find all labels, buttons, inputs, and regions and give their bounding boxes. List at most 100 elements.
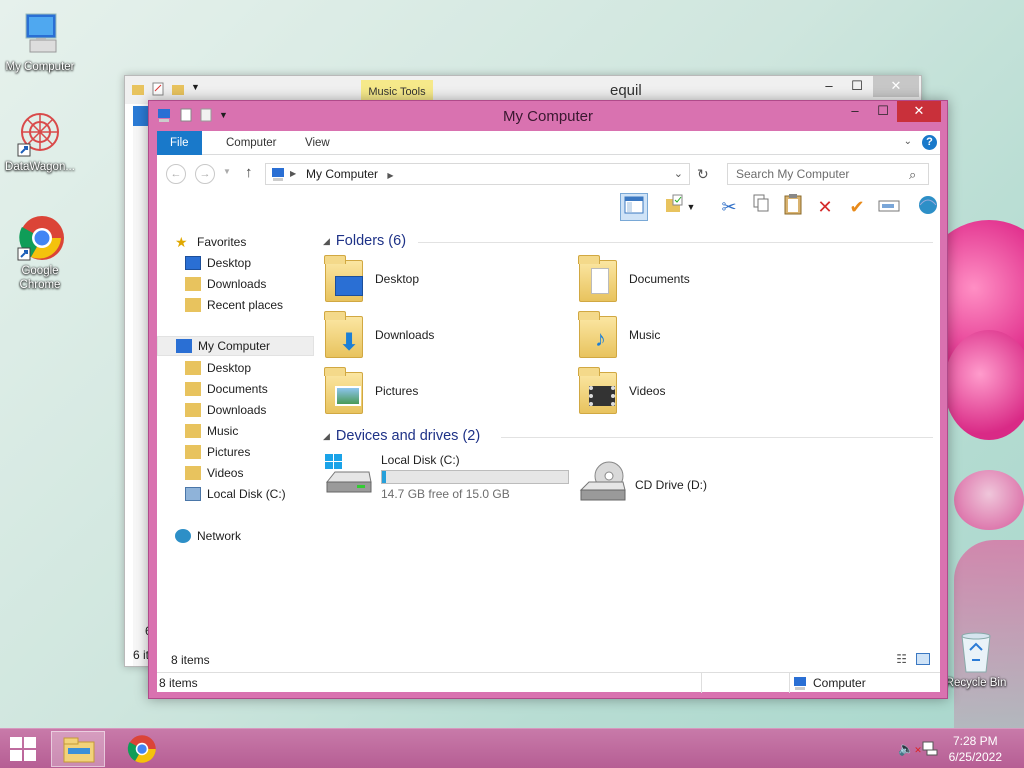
search-icon[interactable]: ⌕ bbox=[909, 167, 916, 183]
pictures-folder-icon bbox=[323, 366, 367, 416]
drive-tile-local-disk[interactable]: Local Disk (C:) 14.7 GB free of 15.0 GB bbox=[323, 451, 583, 503]
volume-muted-icon[interactable]: 🔈✕ bbox=[898, 741, 922, 757]
recent-places-icon bbox=[185, 298, 201, 312]
nav-favorites[interactable]: ★ Favorites bbox=[175, 232, 246, 252]
status-divider bbox=[701, 673, 702, 693]
local-disk-icon bbox=[323, 452, 373, 502]
check-icon[interactable]: ✔ bbox=[843, 193, 871, 221]
datawagon-icon bbox=[16, 110, 64, 158]
folder-icon bbox=[185, 466, 201, 480]
nav-computer-downloads[interactable]: Downloads bbox=[185, 400, 266, 420]
nav-computer-videos[interactable]: Videos bbox=[185, 463, 243, 483]
chevron-down-icon: ▼ bbox=[191, 82, 200, 92]
forward-arrow-icon[interactable]: → bbox=[195, 164, 215, 184]
breadcrumb-chevron-icon[interactable]: ▶ bbox=[290, 164, 296, 184]
nav-label: Pictures bbox=[207, 445, 251, 459]
status-item-count: 8 items bbox=[159, 676, 198, 690]
drive-tile-cd-drive[interactable]: CD Drive (D:) bbox=[577, 459, 817, 511]
folder-tile-downloads[interactable]: ⬇ Downloads bbox=[323, 309, 563, 361]
folder-tile-videos[interactable]: Videos bbox=[577, 365, 817, 417]
minimize-icon[interactable]: – bbox=[815, 76, 843, 97]
collapse-icon[interactable]: ◢ bbox=[323, 431, 330, 442]
nav-computer-documents[interactable]: Documents bbox=[185, 379, 268, 399]
explorer-window[interactable]: ▼ My Computer – ☐ ✕ File Computer View ⌄… bbox=[148, 100, 948, 699]
address-bar[interactable]: ▶ My Computer ▶ ⌄ bbox=[265, 163, 690, 185]
breadcrumb-chevron-icon[interactable]: ▶ bbox=[387, 171, 393, 180]
paste-icon[interactable] bbox=[779, 193, 807, 221]
chrome-icon bbox=[16, 214, 64, 262]
maximize-icon[interactable]: ☐ bbox=[869, 101, 897, 122]
computer-icon bbox=[794, 677, 806, 690]
nav-favorites-recent-places[interactable]: Recent places bbox=[185, 295, 283, 315]
group-divider bbox=[501, 437, 933, 438]
taskbar-file-explorer[interactable] bbox=[51, 731, 105, 767]
close-icon[interactable]: ✕ bbox=[897, 101, 941, 122]
nav-computer-desktop[interactable]: Desktop bbox=[185, 358, 251, 378]
command-toolbar: ▼ ✂ ✕ ✔ bbox=[157, 191, 940, 223]
nav-label: Downloads bbox=[207, 403, 267, 417]
drive-free-space: 14.7 GB free of 15.0 GB bbox=[381, 487, 510, 501]
refresh-icon[interactable]: ↻ bbox=[697, 166, 709, 183]
nav-my-computer[interactable]: My Computer bbox=[157, 336, 314, 356]
desktop-icon-recycle-bin[interactable]: Recycle Bin bbox=[936, 630, 1016, 690]
nav-label: Network bbox=[197, 529, 242, 543]
chevron-down-icon[interactable]: ▼ bbox=[684, 193, 698, 221]
nav-computer-pictures[interactable]: Pictures bbox=[185, 442, 250, 462]
tab-computer[interactable]: Computer bbox=[213, 131, 290, 155]
breadcrumb-my-computer[interactable]: My Computer bbox=[306, 167, 378, 181]
nav-network[interactable]: Network bbox=[175, 526, 241, 546]
folder-icon bbox=[185, 403, 201, 417]
desktop-folder-icon bbox=[323, 254, 367, 304]
help-icon[interactable]: ? bbox=[922, 135, 937, 150]
wallpaper-flower-bud bbox=[944, 330, 1024, 440]
delete-icon[interactable]: ✕ bbox=[811, 193, 839, 221]
start-button[interactable] bbox=[10, 737, 36, 761]
close-icon[interactable]: ✕ bbox=[873, 76, 919, 97]
desktop-icon-datawagon[interactable]: DataWagon... bbox=[0, 110, 80, 174]
minimize-icon[interactable]: – bbox=[841, 101, 869, 122]
details-view-icon[interactable]: ☷ bbox=[896, 652, 907, 666]
rename-icon[interactable] bbox=[875, 193, 903, 221]
search-input[interactable]: Search My Computer bbox=[727, 163, 929, 185]
group-header-folders[interactable]: ◢ Folders (6) bbox=[323, 233, 933, 249]
nav-favorites-desktop[interactable]: Desktop bbox=[185, 253, 251, 273]
large-icons-view-icon[interactable] bbox=[916, 653, 930, 665]
navigation-pane: ★ Favorites Desktop Downloads Recent pla… bbox=[157, 226, 317, 646]
item-count-text: 8 items bbox=[171, 653, 210, 667]
network-status-icon[interactable] bbox=[922, 740, 938, 759]
folder-icon bbox=[132, 85, 144, 95]
address-dropdown-icon[interactable]: ⌄ bbox=[674, 164, 683, 184]
tab-view[interactable]: View bbox=[292, 131, 343, 155]
network-shell-icon[interactable] bbox=[914, 193, 942, 221]
window-titlebar[interactable]: ▼ My Computer – ☐ ✕ bbox=[149, 101, 947, 131]
copy-icon[interactable] bbox=[747, 193, 775, 221]
taskbar-clock[interactable]: 7:28 PM 6/25/2022 bbox=[949, 733, 1002, 765]
maximize-icon[interactable]: ☐ bbox=[843, 76, 871, 97]
desktop-icon-label: Recycle Bin bbox=[945, 677, 1007, 689]
folder-tile-music[interactable]: ♪ Music bbox=[577, 309, 817, 361]
folder-tile-documents[interactable]: Documents bbox=[577, 253, 817, 305]
nav-computer-local-disk[interactable]: Local Disk (C:) bbox=[185, 484, 286, 504]
nav-computer-music[interactable]: Music bbox=[185, 421, 238, 441]
properties-icon bbox=[152, 82, 164, 96]
collapse-icon[interactable]: ◢ bbox=[323, 236, 330, 247]
up-arrow-icon[interactable]: ↑ bbox=[245, 164, 253, 181]
preview-pane-icon[interactable] bbox=[620, 193, 648, 221]
taskbar-google-chrome[interactable] bbox=[116, 731, 170, 767]
nav-label: Favorites bbox=[197, 235, 247, 249]
desktop-icon-my-computer[interactable]: My Computer bbox=[0, 10, 80, 74]
desktop-icon bbox=[185, 256, 201, 270]
folder-tile-desktop[interactable]: Desktop bbox=[323, 253, 563, 305]
tab-file[interactable]: File bbox=[157, 131, 202, 155]
nav-favorites-downloads[interactable]: Downloads bbox=[185, 274, 266, 294]
nav-label: Desktop bbox=[207, 361, 252, 375]
group-header-devices[interactable]: ◢ Devices and drives (2) bbox=[323, 428, 933, 444]
back-arrow-icon[interactable]: ← bbox=[166, 164, 186, 184]
desktop-icon-google-chrome[interactable]: Google Chrome bbox=[0, 214, 80, 292]
cut-icon[interactable]: ✂ bbox=[715, 193, 743, 221]
folder-label: Videos bbox=[629, 384, 666, 398]
nav-label: Videos bbox=[207, 466, 244, 480]
ribbon-expand-icon[interactable]: ⌄ bbox=[904, 136, 912, 147]
folder-tile-pictures[interactable]: Pictures bbox=[323, 365, 563, 417]
recent-locations-icon[interactable]: ▼ bbox=[223, 167, 231, 176]
